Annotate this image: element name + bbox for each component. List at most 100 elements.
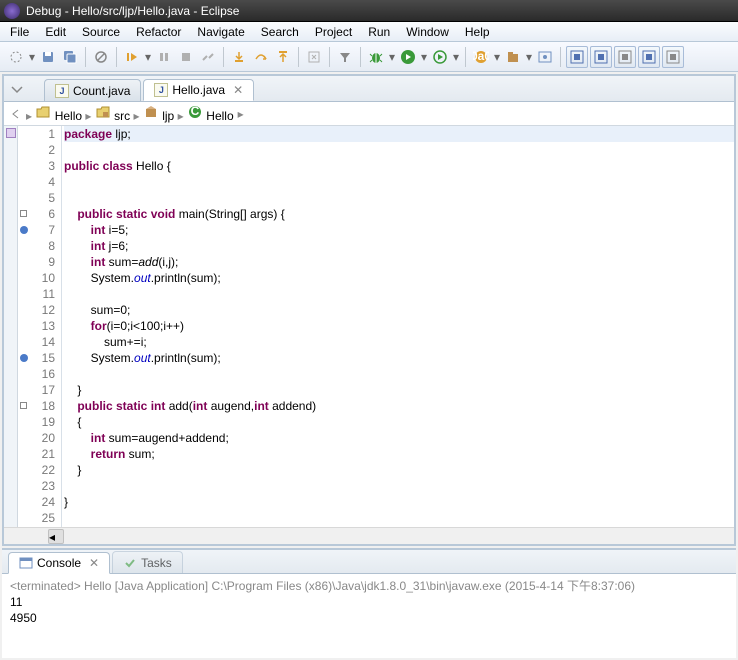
menu-source[interactable]: Source [74, 23, 128, 41]
code-line[interactable]: int sum=add(i,j); [64, 254, 734, 270]
console-line: 11 [10, 594, 728, 610]
step-return-icon[interactable] [273, 47, 293, 67]
fold-icon[interactable] [20, 210, 27, 217]
breadcrumb-src[interactable]: src [114, 109, 130, 123]
menu-run[interactable]: Run [360, 23, 398, 41]
resume-icon[interactable] [122, 47, 142, 67]
run-icon[interactable] [398, 47, 418, 67]
fold-icon[interactable] [20, 402, 27, 409]
editor-tabs: Count.javaHello.java✕ [4, 76, 734, 102]
code-line[interactable]: package ljp; [64, 126, 734, 142]
code-line[interactable] [64, 510, 734, 526]
console-content[interactable]: <terminated> Hello [Java Application] C:… [2, 574, 736, 658]
line-gutter[interactable]: 1234567891011121314151617181920212223242… [18, 126, 62, 527]
java-persp-icon[interactable] [590, 46, 612, 68]
code-line[interactable] [64, 478, 734, 494]
dropdown-arrow-icon[interactable]: ▾ [144, 50, 152, 64]
code-line[interactable] [64, 286, 734, 302]
save-icon[interactable] [38, 47, 58, 67]
step-into-icon[interactable] [229, 47, 249, 67]
code-line[interactable]: } [64, 382, 734, 398]
menu-bar: FileEditSourceRefactorNavigateSearchProj… [0, 22, 738, 42]
code-line[interactable]: } [64, 462, 734, 478]
dropdown-arrow-icon[interactable]: ▾ [493, 50, 501, 64]
breadcrumb-hello[interactable]: Hello [55, 109, 82, 123]
console-header: <terminated> Hello [Java Application] C:… [10, 578, 728, 594]
code-line[interactable] [64, 142, 734, 158]
breadcrumb-ljp[interactable]: ljp [162, 109, 174, 123]
close-icon[interactable]: ✕ [233, 83, 243, 97]
code-line[interactable]: public static int add(int augend,int add… [64, 398, 734, 414]
horizontal-scrollbar[interactable]: ◂ [4, 527, 734, 544]
code-line[interactable]: sum+=i; [64, 334, 734, 350]
menu-edit[interactable]: Edit [37, 23, 74, 41]
step-filter-icon[interactable] [335, 47, 355, 67]
dropdown-arrow-icon[interactable]: ▾ [420, 50, 428, 64]
breakpoint-icon[interactable] [20, 226, 28, 234]
new-class-icon[interactable]: #e0a030 [471, 47, 491, 67]
outline-btn-icon[interactable] [614, 46, 636, 68]
bottom-tabs: Console ✕ Tasks [2, 550, 736, 574]
menu-search[interactable]: Search [253, 23, 307, 41]
editor-tab-count-java[interactable]: Count.java [44, 79, 141, 101]
none-icon[interactable] [6, 47, 26, 67]
code-line[interactable]: int j=6; [64, 238, 734, 254]
breadcrumb-sep-icon: ▸ [238, 107, 244, 121]
toolbar-separator [298, 47, 299, 67]
code-line[interactable]: } [64, 494, 734, 510]
menu-navigate[interactable]: Navigate [189, 23, 252, 41]
dropdown-arrow-icon[interactable]: ▾ [525, 50, 533, 64]
step-over-icon[interactable] [251, 47, 271, 67]
code-line[interactable] [64, 366, 734, 382]
save-all-icon[interactable] [60, 47, 80, 67]
dropdown-arrow-icon[interactable]: ▾ [388, 50, 396, 64]
code-line[interactable]: int sum=augend+addend; [64, 430, 734, 446]
tab-console[interactable]: Console ✕ [8, 552, 110, 574]
code-line[interactable]: public class Hello { [64, 158, 734, 174]
menu-file[interactable]: File [2, 23, 37, 41]
console-icon [19, 556, 33, 570]
back-arrow-icon[interactable] [10, 108, 22, 120]
menu-help[interactable]: Help [457, 23, 498, 41]
menu-project[interactable]: Project [307, 23, 360, 41]
dropdown-arrow-icon[interactable]: ▾ [452, 50, 460, 64]
code-line[interactable] [64, 190, 734, 206]
code-line[interactable]: System.out.println(sum); [64, 270, 734, 286]
breakpoint-icon[interactable] [20, 354, 28, 362]
suspend-icon[interactable] [154, 47, 174, 67]
code-line[interactable]: int i=5; [64, 222, 734, 238]
dropdown-arrow-icon[interactable]: ▾ [28, 50, 36, 64]
quick-outline-icon[interactable] [6, 128, 16, 138]
skip-bp-icon[interactable] [91, 47, 111, 67]
code-line[interactable]: public static void main(String[] args) { [64, 206, 734, 222]
menu-refactor[interactable]: Refactor [128, 23, 189, 41]
new-package-icon[interactable] [503, 47, 523, 67]
code-line[interactable]: return sum; [64, 446, 734, 462]
toolbar-separator [329, 47, 330, 67]
code-line[interactable]: { [64, 414, 734, 430]
terminate-icon[interactable] [176, 47, 196, 67]
quick-access-icon[interactable] [566, 46, 588, 68]
debug-icon[interactable] [366, 47, 386, 67]
code-line[interactable]: sum=0; [64, 302, 734, 318]
open-type-icon[interactable] [535, 47, 555, 67]
tab-tasks[interactable]: Tasks [112, 551, 183, 573]
menu-window[interactable]: Window [398, 23, 457, 41]
team-persp-icon[interactable] [662, 46, 684, 68]
scrollbar-left-button[interactable]: ◂ [48, 529, 64, 544]
toolbar-separator [116, 47, 117, 67]
breadcrumb-hello[interactable]: Hello [206, 109, 233, 123]
close-icon[interactable]: ✕ [89, 556, 99, 570]
debug-persp-icon[interactable] [638, 46, 660, 68]
editor-tab-hello-java[interactable]: Hello.java✕ [143, 79, 254, 101]
run-last-icon[interactable] [430, 47, 450, 67]
toolbar-separator [465, 47, 466, 67]
code-line[interactable]: System.out.println(sum); [64, 350, 734, 366]
drop-frame-icon[interactable] [304, 47, 324, 67]
maximize-chevron-icon[interactable] [10, 82, 24, 96]
code-editor[interactable]: package ljp; public class Hello { public… [62, 126, 734, 527]
disconnect-icon[interactable] [198, 47, 218, 67]
code-line[interactable]: for(i=0;i<100;i++) [64, 318, 734, 334]
code-line[interactable] [64, 174, 734, 190]
console-panel: Console ✕ Tasks <terminated> Hello [Java… [2, 548, 736, 658]
